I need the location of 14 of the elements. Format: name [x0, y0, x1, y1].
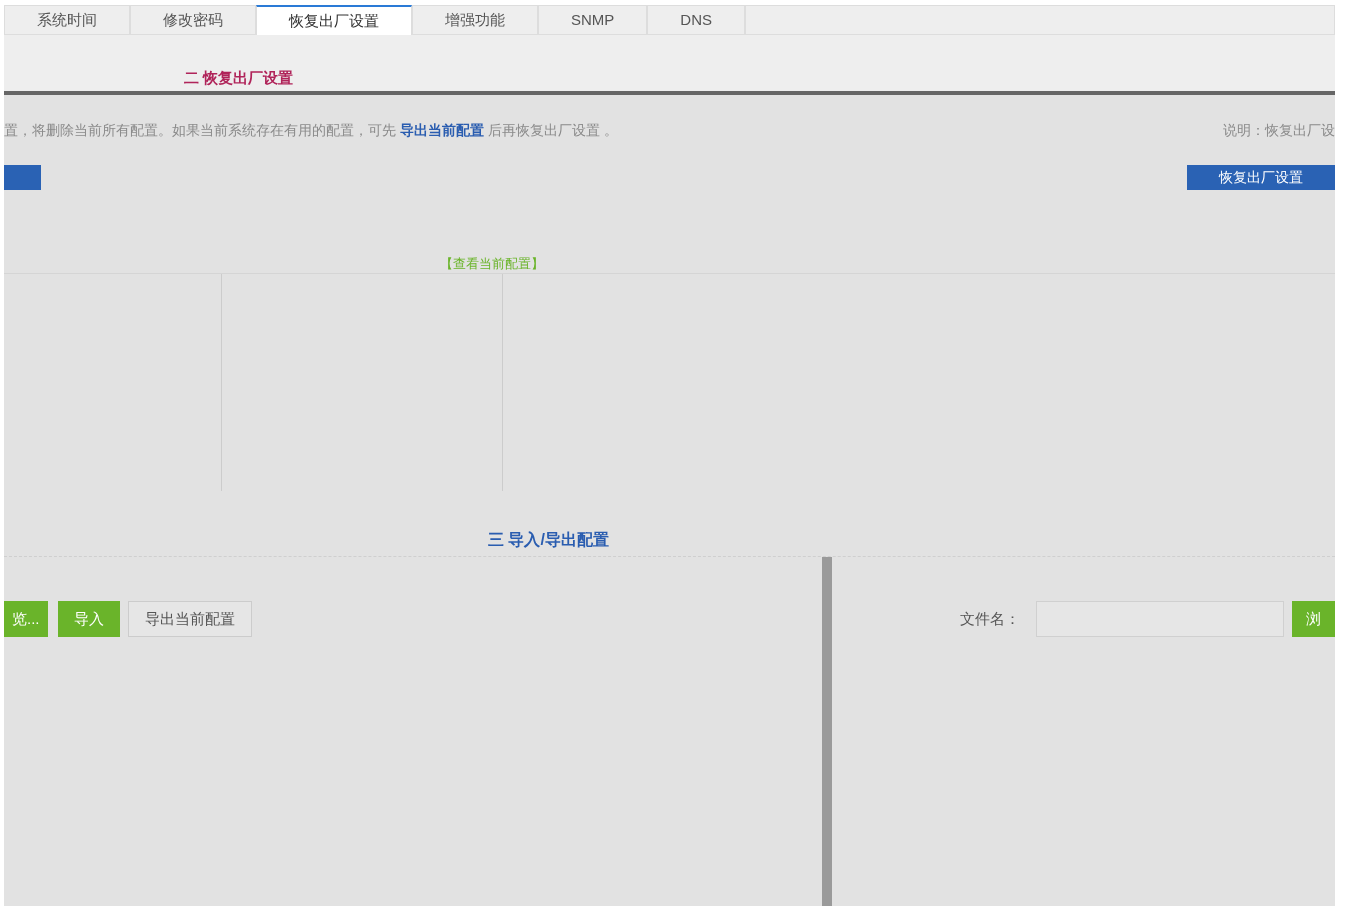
tab[interactable]: 修改密码: [130, 5, 256, 35]
export-button[interactable]: 导出当前配置: [127, 601, 252, 637]
tab[interactable]: 增强功能: [412, 5, 538, 35]
file-name-label: 文件名：: [960, 609, 1020, 629]
tab[interactable]: 系统时间: [4, 5, 130, 35]
tab[interactable]: DNS: [647, 5, 745, 35]
button-fragment[interactable]: [4, 165, 41, 190]
tab[interactable]: SNMP: [538, 5, 648, 35]
tab[interactable]: 恢复出厂设置: [256, 5, 412, 35]
note-text: 说明：恢复出厂设: [1223, 120, 1335, 140]
description-text: 置，将删除当前所有配置。如果当前系统存在有用的配置，可先 导出当前配置 后再恢复出厂设置 。: [4, 120, 618, 140]
section-title: 二 恢复出厂设置: [184, 67, 294, 88]
reset-button[interactable]: 恢复出厂设置: [1187, 165, 1335, 190]
section-title: 三 导入/导出配置: [488, 530, 609, 550]
